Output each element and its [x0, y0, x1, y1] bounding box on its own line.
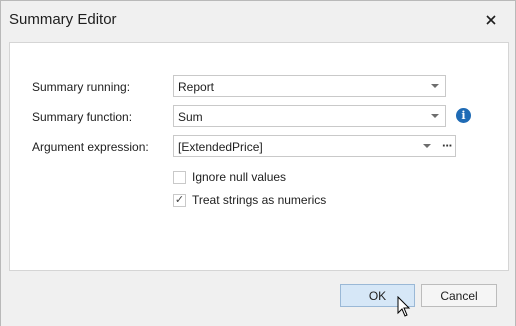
summary-running-value: Report — [178, 80, 215, 94]
close-button[interactable] — [481, 10, 501, 30]
info-icon[interactable]: i — [456, 108, 471, 123]
chevron-down-icon[interactable] — [431, 114, 439, 118]
dialog-title: Summary Editor — [9, 11, 117, 28]
argument-expression-value: [ExtendedPrice] — [178, 140, 263, 154]
title-bar: Summary Editor — [1, 1, 515, 39]
argument-expression-label: Argument expression: — [32, 140, 149, 154]
ignore-null-checkbox[interactable]: Ignore null values — [173, 169, 286, 185]
summary-function-label: Summary function: — [32, 110, 133, 124]
checkmark-icon[interactable]: ✓ — [173, 193, 186, 207]
summary-editor-dialog: Summary Editor Summary running: Report S… — [0, 0, 516, 326]
argument-expression-combo[interactable]: [ExtendedPrice] ··· — [173, 135, 456, 157]
summary-function-combo[interactable]: Sum — [173, 105, 446, 127]
ellipsis-icon[interactable]: ··· — [442, 138, 453, 153]
close-icon — [486, 15, 496, 25]
treat-strings-label: Treat strings as numerics — [192, 193, 327, 207]
summary-function-value: Sum — [178, 110, 203, 124]
mouse-cursor-icon — [397, 296, 411, 317]
summary-running-label: Summary running: — [32, 80, 131, 94]
checkbox-box[interactable] — [173, 170, 186, 184]
treat-strings-checkbox[interactable]: ✓ Treat strings as numerics — [173, 192, 326, 208]
chevron-down-icon[interactable] — [431, 84, 439, 88]
ignore-null-label: Ignore null values — [192, 170, 287, 184]
chevron-down-icon[interactable] — [423, 144, 431, 148]
summary-running-combo[interactable]: Report — [173, 75, 446, 97]
cancel-button[interactable]: Cancel — [421, 284, 497, 307]
